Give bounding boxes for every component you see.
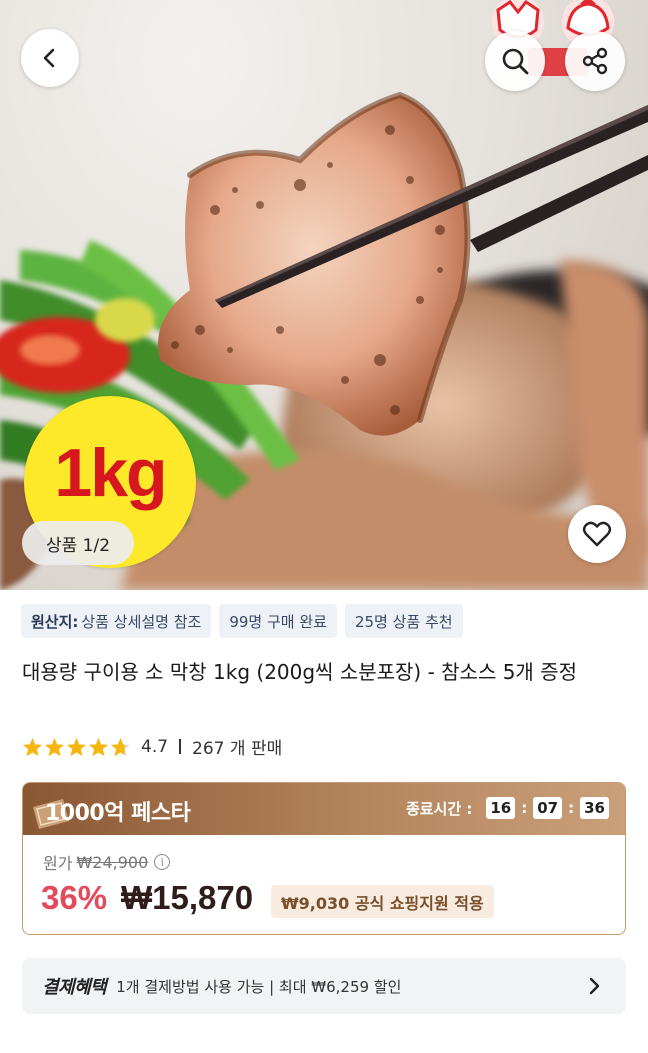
timer-colon: :	[568, 799, 575, 817]
sales-count: 267 개 판매	[192, 739, 283, 759]
product-rating[interactable]: 4.7 267 개 판매	[22, 734, 282, 759]
star-icon	[88, 737, 109, 756]
payment-benefit-title: 결제혜택	[42, 977, 107, 998]
recommend-count-chip: 25명 상품 추천	[344, 604, 463, 638]
info-icon[interactable]: i	[154, 854, 171, 870]
purchase-count-chip: 99명 구매 완료	[219, 604, 337, 638]
share-icon	[582, 47, 608, 75]
timer-hours: 16	[486, 797, 516, 819]
original-price-row: 원가 ₩24,900 i	[43, 850, 171, 874]
divider	[179, 739, 182, 754]
product-title: 대용량 구이용 소 막창 1kg (200g씩 소분포장) - 참소스 5개 증…	[22, 660, 577, 684]
chevron-right-icon	[589, 977, 600, 995]
festa-deal-box: 1000억 페스타 종료시간 : 16 : 07 : 36 원가 ₩24,900…	[22, 782, 626, 935]
sale-price: ₩15,870	[121, 879, 254, 916]
original-price-label: 원가	[43, 854, 73, 873]
timer-seconds: 36	[580, 797, 609, 819]
timer-colon: :	[521, 799, 528, 817]
info-chips: 원산지: 상품 상세설명 참조 99명 구매 완료 25명 상품 추천	[21, 604, 463, 638]
countdown-timer: 종료시간 : 16 : 07 : 36	[406, 797, 609, 819]
timer-minutes: 07	[533, 797, 563, 819]
star-icon	[44, 737, 65, 756]
wishlist-button[interactable]	[568, 505, 626, 563]
chevron-left-icon	[43, 48, 55, 68]
weight-badge-text: 1kg	[54, 435, 167, 511]
discount-rate: 36%	[41, 879, 108, 916]
heart-icon	[582, 521, 612, 547]
purchase-count-text: 99명 구매 완료	[229, 612, 327, 631]
origin-chip: 원산지: 상품 상세설명 참조	[21, 604, 212, 638]
star-icon	[22, 737, 43, 756]
shopping-support-badge: ₩9,030 공식 쇼핑지원 적용	[271, 885, 494, 918]
timer-label: 종료시간 :	[405, 799, 473, 818]
share-button[interactable]	[565, 31, 625, 91]
product-image-carousel[interactable]: 1kg 상품 1/2	[0, 0, 648, 590]
payment-benefit-row[interactable]: 결제혜택 1개 결제방법 사용 가능 | 최대 ₩6,259 할인	[22, 958, 626, 1014]
payment-benefit-desc: 1개 결제방법 사용 가능 | 최대 ₩6,259 할인	[116, 977, 402, 996]
star-icon	[66, 737, 87, 756]
star-half-icon	[110, 737, 131, 756]
festa-header: 1000억 페스타 종료시간 : 16 : 07 : 36	[23, 783, 625, 835]
original-price: ₩24,900	[76, 852, 149, 872]
festa-title: 1000억 페스타	[45, 801, 191, 826]
recommend-count-text: 25명 상품 추천	[354, 612, 453, 631]
origin-chip-label: 원산지:	[31, 612, 79, 631]
page-counter-text: 상품 1/2	[46, 535, 111, 556]
image-page-counter: 상품 1/2	[22, 521, 135, 565]
star-rating	[22, 737, 131, 757]
rating-value: 4.7	[141, 736, 169, 757]
search-button[interactable]	[485, 31, 545, 91]
origin-chip-text: 상품 상세설명 참조	[81, 612, 202, 631]
back-button[interactable]	[21, 29, 79, 87]
search-icon	[502, 48, 529, 75]
